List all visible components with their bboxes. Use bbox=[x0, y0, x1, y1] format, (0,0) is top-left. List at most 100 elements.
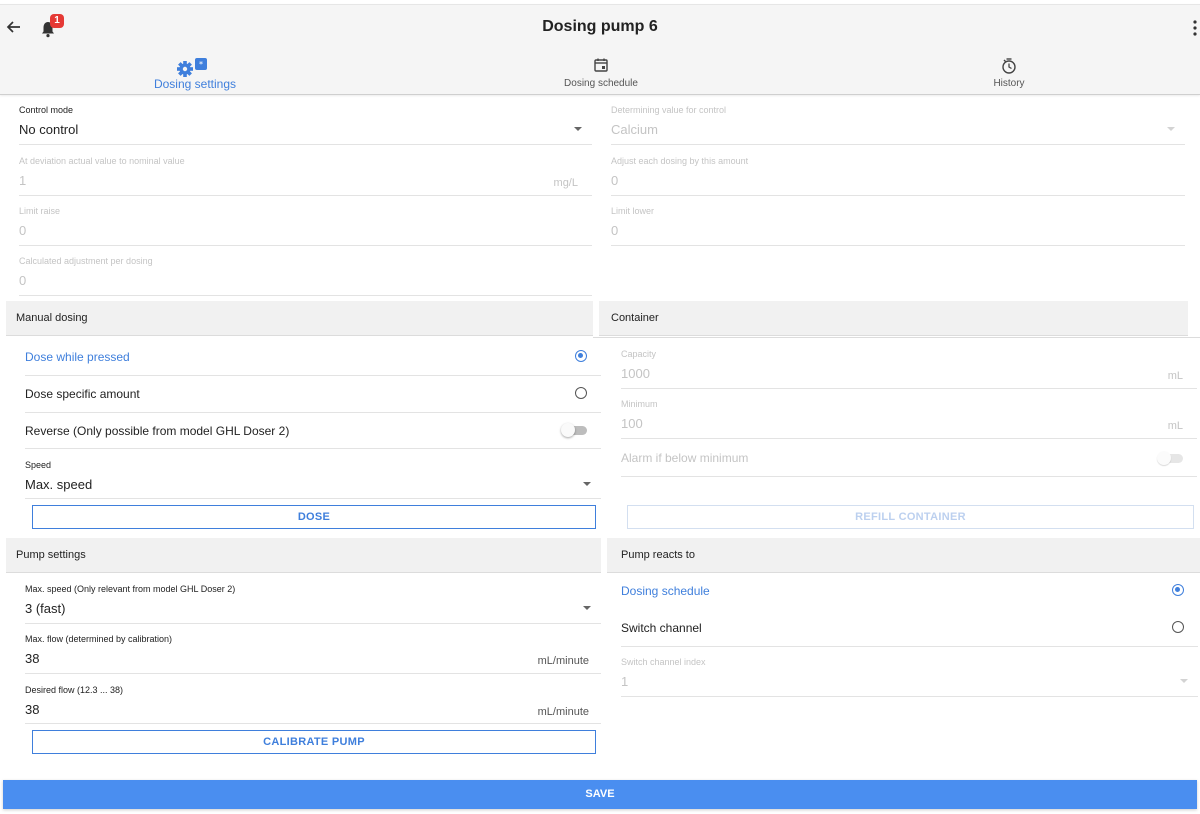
field-label: Desired flow (12.3 ... 38) bbox=[25, 685, 124, 695]
speed-select[interactable]: Speed Max. speed bbox=[25, 455, 601, 499]
tab-label: Dosing settings bbox=[153, 77, 237, 91]
calculated-adjustment-field: Calculated adjustment per dosing 0 bbox=[19, 251, 592, 296]
dropdown-caret-icon bbox=[583, 482, 591, 486]
field-label: Switch channel index bbox=[621, 657, 706, 667]
more-vertical-icon bbox=[1193, 20, 1197, 36]
minimum-field: Minimum 100 mL bbox=[621, 394, 1197, 439]
capacity-field: Capacity 1000 mL bbox=[621, 344, 1197, 389]
field-label: Minimum bbox=[621, 399, 658, 409]
tab-dosing-settings[interactable]: * Dosing settings bbox=[0, 51, 390, 95]
refill-container-button: REFILL CONTAINER bbox=[627, 505, 1194, 529]
calendar-icon bbox=[593, 57, 609, 78]
field-value: 100 bbox=[621, 416, 643, 431]
alarm-toggle-row: Alarm if below minimum bbox=[621, 440, 1197, 477]
field-value: 3 (fast) bbox=[25, 601, 66, 616]
field-value: 38 bbox=[25, 702, 40, 717]
field-label: Limit raise bbox=[19, 206, 61, 216]
desired-flow-field[interactable]: Desired flow (12.3 ... 38) 38 mL/minute bbox=[25, 680, 601, 724]
field-value: 1 bbox=[621, 674, 629, 689]
field-unit: mL/minute bbox=[537, 706, 589, 718]
field-label: Max. flow (determined by calibration) bbox=[25, 634, 173, 644]
option-label: Dose specific amount bbox=[25, 387, 140, 401]
field-unit: mL bbox=[1167, 370, 1183, 382]
dosing-schedule-option[interactable]: Dosing schedule bbox=[621, 573, 1198, 610]
limit-lower-field: Limit lower 0 bbox=[611, 201, 1185, 246]
radio-unselected-icon[interactable] bbox=[575, 387, 587, 399]
reverse-toggle-row[interactable]: Reverse (Only possible from model GHL Do… bbox=[25, 413, 601, 449]
toggle-knob bbox=[1157, 451, 1171, 465]
tab-dosing-schedule[interactable]: Dosing schedule bbox=[406, 51, 796, 95]
field-label: Determining value for control bbox=[611, 105, 727, 115]
dose-specific-amount-option[interactable]: Dose specific amount bbox=[25, 376, 601, 413]
section-title: Container bbox=[611, 312, 659, 324]
tab-bar: * Dosing settings Dosing schedule Histor… bbox=[0, 51, 1200, 95]
option-label: Dose while pressed bbox=[25, 350, 130, 364]
field-value: 38 bbox=[25, 651, 40, 666]
field-value: No control bbox=[19, 122, 79, 137]
field-value: 0 bbox=[19, 223, 27, 238]
pump-reacts-header: Pump reacts to bbox=[607, 538, 1200, 573]
radio-selected-icon[interactable] bbox=[575, 350, 587, 362]
field-label: Calculated adjustment per dosing bbox=[19, 256, 153, 266]
svg-text:*: * bbox=[199, 60, 203, 69]
radio-selected-icon[interactable] bbox=[1172, 584, 1184, 596]
dropdown-caret-icon bbox=[574, 127, 582, 131]
more-menu-button[interactable] bbox=[1192, 19, 1198, 37]
field-unit: mL bbox=[1167, 420, 1183, 432]
dropdown-caret-icon bbox=[1180, 679, 1188, 683]
field-label: Max. speed (Only relevant from model GHL… bbox=[25, 584, 236, 594]
divider bbox=[593, 337, 1200, 338]
section-title: Pump settings bbox=[16, 549, 86, 561]
field-label: Speed bbox=[25, 460, 52, 470]
control-mode-select[interactable]: Control mode No control bbox=[19, 100, 592, 145]
adjust-each-field: Adjust each dosing by this amount 0 bbox=[611, 151, 1185, 196]
max-speed-select[interactable]: Max. speed (Only relevant from model GHL… bbox=[25, 579, 601, 624]
option-label: Dosing schedule bbox=[621, 584, 710, 598]
field-unit: mg/L bbox=[553, 177, 578, 189]
dropdown-caret-icon bbox=[583, 606, 591, 610]
dose-while-pressed-option[interactable]: Dose while pressed bbox=[25, 339, 601, 376]
field-label: Capacity bbox=[621, 349, 657, 359]
tab-label: History bbox=[993, 78, 1025, 89]
save-button[interactable]: SAVE bbox=[3, 780, 1197, 809]
manual-dosing-header: Manual dosing bbox=[6, 301, 593, 336]
field-label: Adjust each dosing by this amount bbox=[611, 156, 749, 166]
toggle-knob bbox=[561, 423, 575, 437]
dropdown-caret-icon bbox=[1167, 127, 1175, 131]
deviation-field: At deviation actual value to nominal val… bbox=[19, 151, 592, 196]
field-value: 0 bbox=[611, 173, 619, 188]
history-icon bbox=[1000, 57, 1018, 80]
field-value: 1000 bbox=[621, 366, 650, 381]
option-label: Switch channel bbox=[621, 621, 702, 635]
field-value: Max. speed bbox=[25, 477, 93, 492]
app-header: 1 Dosing pump 6 * Dosing settings Dosing… bbox=[0, 4, 1200, 95]
field-label: Limit lower bbox=[611, 206, 655, 216]
field-value: 1 bbox=[19, 173, 27, 188]
tab-label: Dosing schedule bbox=[564, 78, 638, 89]
field-unit: mL/minute bbox=[537, 655, 589, 667]
field-value: 0 bbox=[19, 273, 27, 288]
calibrate-pump-button[interactable]: CALIBRATE PUMP bbox=[32, 730, 596, 754]
section-title: Pump reacts to bbox=[621, 549, 695, 561]
switch-channel-index-select: Switch channel index 1 bbox=[621, 652, 1198, 697]
determining-value-select: Determining value for control Calcium bbox=[611, 100, 1185, 145]
field-label: At deviation actual value to nominal val… bbox=[19, 156, 185, 166]
app: 1 Dosing pump 6 * Dosing settings Dosing… bbox=[0, 0, 1200, 814]
field-value: Calcium bbox=[611, 122, 658, 137]
limit-raise-field: Limit raise 0 bbox=[19, 201, 592, 246]
page-title: Dosing pump 6 bbox=[542, 18, 658, 35]
section-title: Manual dosing bbox=[16, 312, 88, 324]
pump-settings-header: Pump settings bbox=[6, 538, 601, 573]
option-label: Alarm if below minimum bbox=[621, 451, 749, 465]
reverse-toggle[interactable] bbox=[561, 423, 589, 437]
option-label: Reverse (Only possible from model GHL Do… bbox=[25, 424, 290, 438]
dose-button[interactable]: DOSE bbox=[32, 505, 596, 529]
field-value: 0 bbox=[611, 223, 619, 238]
max-flow-field[interactable]: Max. flow (determined by calibration) 38… bbox=[25, 629, 601, 674]
alarm-toggle bbox=[1157, 451, 1185, 465]
switch-channel-option[interactable]: Switch channel bbox=[621, 610, 1198, 647]
radio-unselected-icon[interactable] bbox=[1172, 621, 1184, 633]
field-label: Control mode bbox=[19, 105, 74, 115]
tab-history[interactable]: History bbox=[814, 51, 1200, 95]
container-header: Container bbox=[599, 301, 1188, 336]
